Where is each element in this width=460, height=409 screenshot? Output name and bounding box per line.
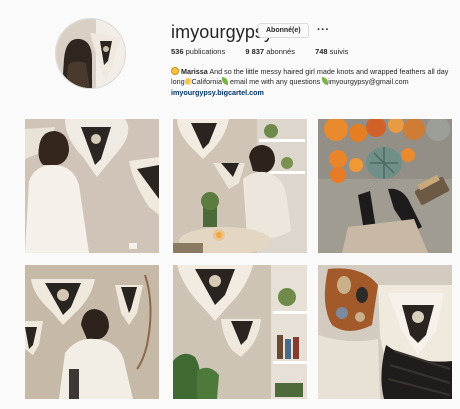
profile-avatar[interactable] <box>55 18 126 89</box>
post-thumbnail[interactable] <box>173 119 307 253</box>
profile-bio: Marissa And so the little messy haired g… <box>171 67 451 98</box>
followers-label: abonnés <box>266 47 295 56</box>
stat-posts[interactable]: 536 publications <box>171 47 225 56</box>
posts-label: publications <box>185 47 226 56</box>
posts-count: 536 <box>171 47 184 56</box>
post-thumbnail[interactable] <box>318 265 452 399</box>
stat-following[interactable]: 748 suivis <box>315 47 348 56</box>
bio-email[interactable]: imyourgypsy@gmail.com <box>328 77 408 86</box>
stat-followers[interactable]: 9 837 abonnés <box>245 47 295 56</box>
bio-place: California <box>191 77 222 87</box>
moon-emoji-icon <box>184 78 192 86</box>
following-count: 748 <box>315 47 328 56</box>
bio-name: Marissa <box>181 67 208 76</box>
more-options-icon[interactable]: ··· <box>317 24 330 36</box>
post-thumbnail[interactable] <box>173 265 307 399</box>
bio-line2: email me with any questions <box>227 77 323 87</box>
bio-website-link[interactable]: imyourgypsy.bigcartel.com <box>171 88 451 98</box>
post-thumbnail[interactable] <box>25 265 159 399</box>
follow-button[interactable]: Abonné(e) <box>258 23 309 38</box>
posts-grid <box>25 119 455 409</box>
followers-count: 9 837 <box>245 47 265 56</box>
profile-stats: 536 publications 9 837 abonnés 748 suivi… <box>171 47 366 56</box>
following-label: suivis <box>329 47 349 56</box>
smile-emoji-icon <box>171 67 179 75</box>
post-thumbnail[interactable] <box>25 119 159 253</box>
post-thumbnail[interactable] <box>318 119 452 253</box>
